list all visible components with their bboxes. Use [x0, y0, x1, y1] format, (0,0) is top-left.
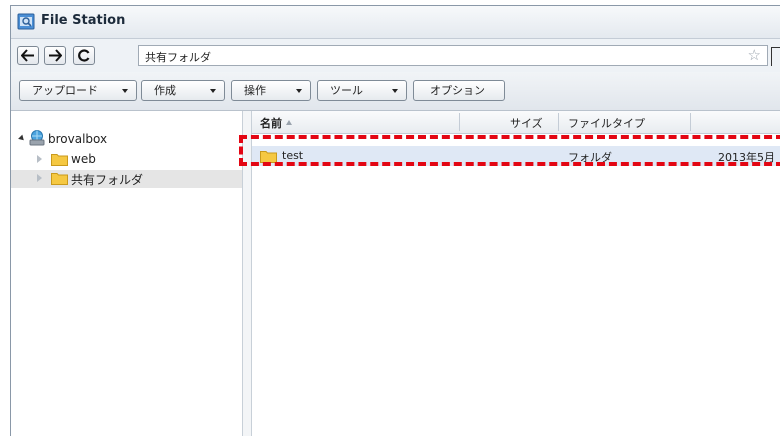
file-name: test: [282, 149, 304, 162]
tree-item-shared-folder[interactable]: 共有フォルダ: [11, 170, 242, 188]
action-label: 操作: [244, 84, 266, 97]
refresh-icon: [78, 49, 90, 62]
chevron-down-icon: [296, 89, 302, 93]
path-input[interactable]: 共有フォルダ ☆: [138, 45, 768, 66]
forward-button[interactable]: [44, 46, 66, 65]
column-type[interactable]: ファイルタイプ: [568, 115, 645, 131]
options-button[interactable]: オプション: [413, 80, 505, 101]
column-name-label: 名前: [260, 117, 282, 130]
column-name[interactable]: 名前: [260, 115, 292, 131]
upload-button[interactable]: アップロード: [19, 80, 137, 101]
column-divider[interactable]: [558, 113, 559, 131]
refresh-button[interactable]: [73, 46, 95, 65]
chevron-down-icon: [122, 89, 128, 93]
column-header: 名前 サイズ ファイルタイプ: [252, 111, 780, 134]
tools-button[interactable]: ツール: [317, 80, 407, 101]
tree-item-web[interactable]: web: [11, 151, 242, 169]
back-arrow-icon: [21, 49, 34, 62]
file-station-window: File Station 共有フォルダ ☆ アップロード 作成 操作 ツール オ…: [10, 5, 780, 436]
tree-item-root[interactable]: brovalbox: [11, 130, 242, 148]
create-label: 作成: [154, 84, 176, 97]
toolbar: アップロード 作成 操作 ツール オプション: [11, 72, 780, 111]
folder-tree: brovalbox web 共有フォルダ: [11, 111, 243, 436]
back-button[interactable]: [17, 46, 39, 65]
tools-label: ツール: [330, 84, 363, 97]
file-type: フォルダ: [568, 151, 612, 164]
file-modified: 2013年5月: [718, 151, 775, 164]
current-path: 共有フォルダ: [145, 51, 211, 64]
column-divider[interactable]: [459, 113, 460, 131]
window-title: File Station: [41, 13, 126, 28]
tree-root-label: brovalbox: [48, 132, 108, 146]
folder-icon: [260, 151, 277, 163]
folder-icon: [51, 173, 68, 185]
path-history-dropdown[interactable]: [771, 47, 780, 66]
file-station-icon: [17, 13, 35, 30]
options-label: オプション: [430, 84, 485, 97]
network-server-icon: [29, 130, 45, 146]
file-row[interactable]: test フォルダ 2013年5月: [252, 146, 780, 166]
pane-splitter[interactable]: [243, 111, 252, 436]
expand-triangle-icon[interactable]: [37, 155, 42, 163]
expand-triangle-icon[interactable]: [37, 174, 42, 182]
tree-item-label: 共有フォルダ: [71, 173, 144, 187]
collapse-triangle-icon[interactable]: [18, 134, 26, 143]
title-bar: File Station: [11, 6, 780, 39]
folder-icon: [51, 154, 68, 166]
chevron-down-icon: [210, 89, 216, 93]
chevron-down-icon: [392, 89, 398, 93]
tree-item-label: web: [71, 152, 96, 166]
sort-ascending-icon: [286, 120, 292, 125]
create-button[interactable]: 作成: [141, 80, 225, 101]
upload-label: アップロード: [32, 84, 98, 97]
column-divider[interactable]: [690, 113, 691, 131]
forward-arrow-icon: [49, 49, 62, 62]
action-button[interactable]: 操作: [231, 80, 311, 101]
favorite-star-icon[interactable]: ☆: [748, 46, 761, 64]
file-list: 名前 サイズ ファイルタイプ test フォルダ 2013年5月: [252, 111, 780, 436]
column-size[interactable]: サイズ: [510, 115, 543, 131]
navigation-bar: 共有フォルダ ☆: [11, 39, 780, 72]
